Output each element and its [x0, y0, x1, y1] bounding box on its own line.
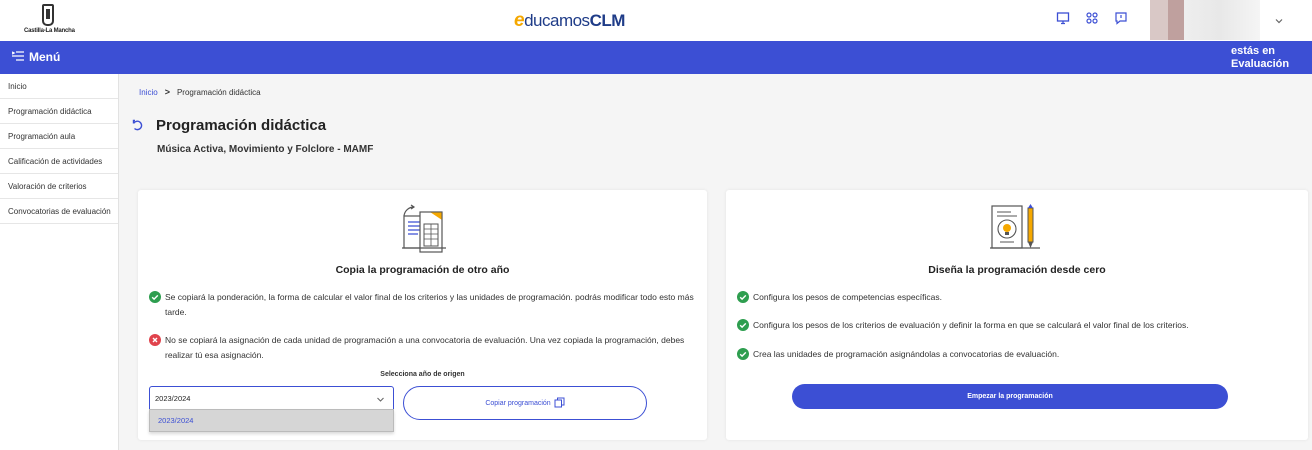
monitor-icon[interactable]	[1056, 11, 1074, 29]
chevron-down-icon[interactable]	[1274, 13, 1284, 24]
menu-label: Menú	[29, 50, 61, 64]
page-subtitle: Música Activa, Movimiento y Folclore - M…	[157, 144, 374, 155]
copy-icon	[554, 397, 565, 410]
menu-icon	[11, 50, 24, 64]
copy-card-title: Copia la programación de otro año	[335, 264, 510, 276]
breadcrumb: Inicio > Programación didáctica	[139, 87, 261, 97]
copy-info-ok-text: Se copiará la ponderación, la forma de c…	[165, 292, 694, 317]
context-line1: estás en	[1231, 45, 1276, 57]
copy-programming-button[interactable]: Copiar programación	[403, 386, 647, 420]
new-item-2-text: Configura los pesos de los criterios de …	[753, 320, 1189, 330]
error-circle-icon	[149, 334, 161, 346]
new-item-3: Crea las unidades de programación asigná…	[737, 347, 1297, 362]
copy-documents-icon	[396, 202, 452, 256]
copy-info-no: No se copiará la asignación de cada unid…	[149, 333, 697, 363]
select-year-label: Selecciona año de origen	[380, 371, 465, 378]
context-line2: Evaluación	[1231, 57, 1290, 70]
user-avatar[interactable]	[1150, 0, 1260, 40]
brand-mid: ducamos	[524, 11, 590, 30]
castilla-la-mancha-logo[interactable]: Castilla-La Mancha	[24, 4, 75, 34]
copy-button-label: Copiar programación	[485, 399, 551, 407]
start-programming-button[interactable]: Empezar la programación	[792, 384, 1228, 409]
copy-info-no-text: No se copiará la asignación de cada unid…	[165, 335, 685, 360]
breadcrumb-separator: >	[164, 87, 170, 97]
sidebar-item-valoracion-criterios[interactable]: Valoración de criterios	[0, 174, 118, 199]
sidebar: Inicio Programación didáctica Programaci…	[0, 74, 119, 450]
logo-text: Castilla-La Mancha	[24, 28, 75, 34]
back-arrow-icon[interactable]	[131, 118, 145, 132]
document-pencil-icon	[988, 202, 1044, 256]
new-item-3-text: Crea las unidades de programación asigná…	[753, 349, 1060, 359]
sidebar-item-convocatorias-evaluacion[interactable]: Convocatorias de evaluación	[0, 199, 118, 224]
new-item-1-text: Configura los pesos de competencias espe…	[753, 292, 942, 302]
sidebar-item-calificacion-actividades[interactable]: Calificación de actividades	[0, 149, 118, 174]
new-card-title: Diseña la programación desde cero	[928, 264, 1106, 276]
menu-button[interactable]: Menú	[11, 50, 61, 64]
sidebar-item-inicio[interactable]: Inicio	[0, 74, 118, 99]
check-circle-icon	[149, 291, 161, 303]
new-item-2: Configura los pesos de los criterios de …	[737, 318, 1297, 333]
check-circle-icon	[737, 348, 749, 360]
year-select[interactable]: 2023/2024	[149, 386, 394, 410]
sidebar-item-programacion-aula[interactable]: Programación aula	[0, 124, 118, 149]
chat-icon[interactable]	[1114, 11, 1132, 29]
main-content: Inicio > Programación didáctica Programa…	[119, 74, 1312, 450]
year-select-value: 2023/2024	[155, 394, 191, 403]
chevron-down-icon	[376, 395, 385, 404]
check-circle-icon	[737, 291, 749, 303]
context-indicator: estás en Evaluación	[1231, 45, 1289, 70]
educamos-clm-logo[interactable]: educamosCLM	[514, 10, 625, 32]
check-circle-icon	[737, 319, 749, 331]
page-title: Programación didáctica	[156, 117, 327, 134]
new-item-1: Configura los pesos de competencias espe…	[737, 290, 1297, 305]
new-programming-card: Diseña la programación desde cero Config…	[726, 190, 1308, 440]
copy-programming-card: Copia la programación de otro año Se cop…	[138, 190, 707, 440]
top-header: Castilla-La Mancha educamosCLM	[0, 0, 1312, 41]
apps-grid-icon[interactable]	[1085, 11, 1103, 29]
breadcrumb-home[interactable]: Inicio	[139, 88, 158, 97]
brand-clm: CLM	[589, 11, 626, 30]
sidebar-item-programacion-didactica[interactable]: Programación didáctica	[0, 99, 118, 124]
copy-info-ok: Se copiará la ponderación, la forma de c…	[149, 290, 697, 320]
crest-icon	[42, 4, 54, 26]
breadcrumb-current: Programación didáctica	[176, 87, 261, 97]
brand-e: e	[514, 10, 525, 31]
year-option[interactable]: 2023/2024	[149, 409, 394, 432]
menu-bar: Menú estás en Evaluación	[0, 41, 1312, 74]
